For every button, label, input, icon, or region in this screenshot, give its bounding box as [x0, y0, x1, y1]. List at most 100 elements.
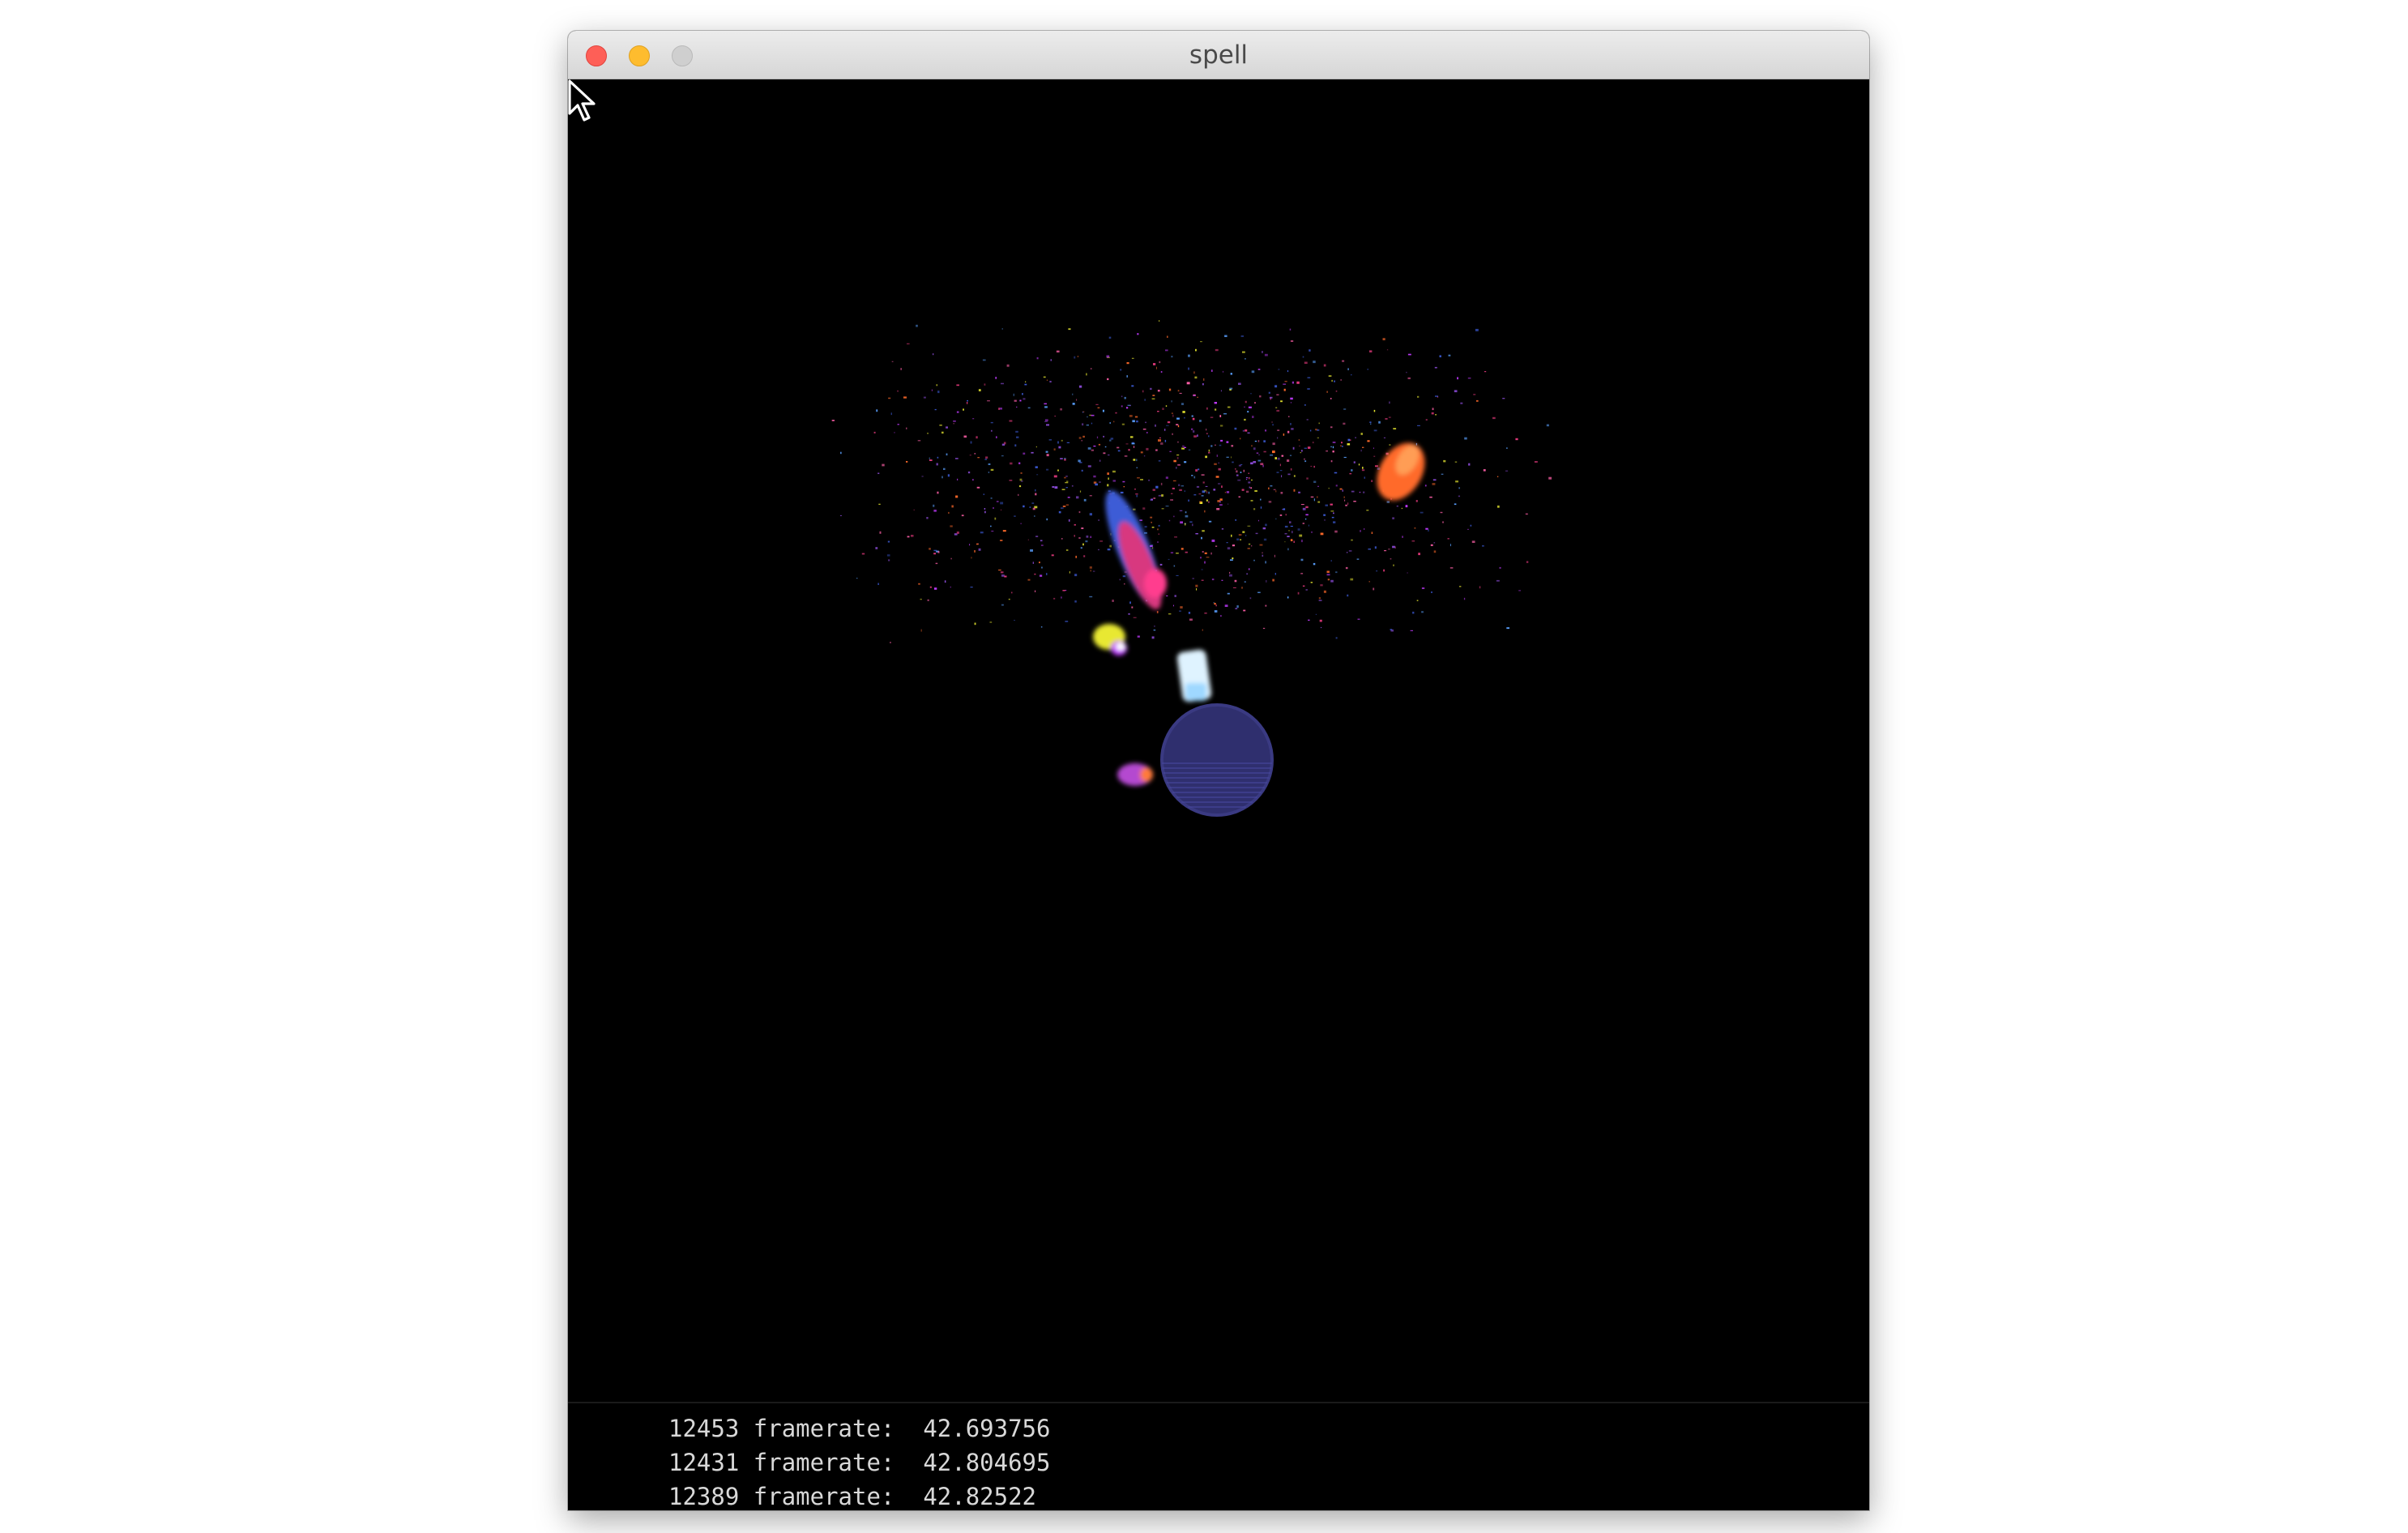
- game-canvas[interactable]: [568, 79, 1869, 1402]
- particle: [1202, 530, 1205, 532]
- particle: [1313, 562, 1316, 566]
- particle: [1159, 361, 1161, 364]
- particle: [1258, 519, 1259, 522]
- particle: [1172, 487, 1175, 489]
- particle: [882, 463, 885, 467]
- particle: [1449, 567, 1454, 569]
- particle: [1345, 504, 1347, 506]
- particle: [1417, 425, 1420, 426]
- particle: [1287, 596, 1289, 599]
- console-output: 12453 framerate: 42.693756 12431 framera…: [568, 1402, 1869, 1510]
- particle: [1373, 447, 1374, 449]
- particle: [1293, 489, 1296, 492]
- particle: [1270, 485, 1273, 487]
- particle: [1241, 587, 1243, 589]
- particle: [1018, 462, 1021, 464]
- particle: [1425, 419, 1428, 421]
- particle: [878, 503, 881, 505]
- particle: [1224, 492, 1226, 493]
- spell-cluster-magenta: [1117, 763, 1153, 786]
- particle: [933, 510, 937, 512]
- particle: [1192, 523, 1193, 527]
- particle: [1328, 487, 1330, 489]
- log-line: 12453 framerate: 42.693756: [668, 1415, 1050, 1442]
- particle: [1330, 503, 1333, 506]
- particle: [1046, 518, 1048, 521]
- particle: [1124, 396, 1126, 399]
- particle: [1166, 425, 1169, 426]
- particle: [1362, 446, 1364, 448]
- particle: [1210, 445, 1213, 447]
- particle: [1347, 502, 1349, 506]
- particle: [1260, 498, 1262, 501]
- particle: [1360, 449, 1362, 452]
- particle: [1224, 604, 1228, 607]
- particle: [1046, 379, 1048, 381]
- particle: [1471, 540, 1475, 543]
- particle: [1386, 349, 1389, 351]
- particle: [1120, 491, 1124, 493]
- particle: [1262, 527, 1266, 530]
- particle: [1134, 416, 1138, 418]
- particle: [1185, 511, 1187, 514]
- particle: [1298, 491, 1300, 493]
- particle: [1334, 530, 1338, 533]
- particle: [1020, 472, 1023, 474]
- particle: [1151, 521, 1152, 523]
- particle: [1238, 382, 1241, 385]
- particle: [1076, 399, 1078, 401]
- particle: [1292, 531, 1293, 534]
- player-planet[interactable]: [1160, 703, 1274, 817]
- particle: [963, 435, 967, 438]
- particle: [1250, 462, 1253, 465]
- particle: [1019, 485, 1022, 488]
- particle: [1074, 523, 1076, 526]
- particle: [1080, 547, 1082, 549]
- particle: [1320, 584, 1323, 587]
- particle: [1219, 498, 1223, 501]
- particle: [1211, 579, 1215, 581]
- particle: [856, 578, 858, 579]
- particle: [1243, 469, 1245, 472]
- title-bar[interactable]: spell: [568, 31, 1869, 79]
- particle: [1231, 534, 1232, 537]
- particle: [933, 553, 936, 555]
- particle: [1526, 561, 1529, 563]
- particle: [1174, 595, 1176, 597]
- particle: [1121, 423, 1125, 425]
- particle: [937, 551, 940, 553]
- particle: [1290, 468, 1292, 471]
- particle: [1343, 496, 1345, 498]
- particle: [1300, 573, 1304, 574]
- spell-burst-orange: [1377, 442, 1425, 501]
- particle: [1351, 490, 1355, 493]
- particle: [1157, 528, 1159, 531]
- particle: [1198, 493, 1202, 495]
- particle: [1188, 367, 1189, 370]
- particle: [1067, 497, 1070, 498]
- particle: [1158, 524, 1160, 527]
- particle: [1216, 455, 1218, 457]
- particle: [1181, 403, 1184, 405]
- particle: [1112, 480, 1116, 482]
- particle: [1202, 481, 1205, 484]
- particle: [937, 391, 940, 394]
- particle: [1333, 512, 1334, 515]
- particle: [1246, 490, 1249, 493]
- particle: [933, 549, 937, 552]
- particle: [1062, 506, 1066, 507]
- mouse-cursor-icon: [568, 79, 596, 122]
- particle: [1193, 435, 1197, 438]
- particle: [1378, 421, 1381, 424]
- particle: [1200, 341, 1202, 343]
- particle: [1171, 493, 1173, 494]
- particle: [1497, 476, 1499, 477]
- particle: [1389, 401, 1390, 404]
- particle: [911, 535, 914, 537]
- particle: [1197, 434, 1198, 437]
- particle: [1406, 371, 1407, 374]
- particle: [1078, 537, 1081, 539]
- particle: [1353, 461, 1356, 463]
- particle: [1475, 328, 1479, 331]
- particle: [1035, 493, 1037, 496]
